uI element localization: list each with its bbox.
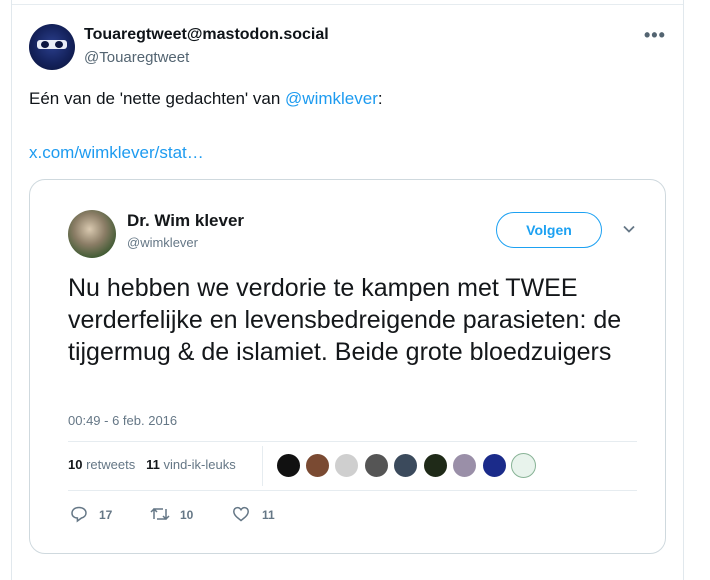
- embed-body-text: Nu hebben we verdorie te kampen met TWEE…: [68, 274, 622, 366]
- liker-avatar[interactable]: [364, 453, 389, 478]
- liker-avatar[interactable]: [276, 453, 301, 478]
- stats-separator: [262, 446, 263, 486]
- embed-avatar[interactable]: [68, 210, 116, 258]
- embed-stats: 10 retweets 11 vind-ik-leuks: [68, 457, 236, 472]
- liker-avatar[interactable]: [482, 453, 507, 478]
- chevron-down-icon[interactable]: [622, 222, 636, 236]
- post-text-prefix: Eén van de 'nette gedachten' van: [29, 89, 286, 108]
- retweets-count[interactable]: 10: [68, 457, 82, 472]
- avatar[interactable]: [29, 24, 75, 70]
- like-action[interactable]: 11: [232, 505, 282, 525]
- post-text-suffix: :: [377, 89, 383, 108]
- like-count: 11: [262, 508, 275, 522]
- retweet-icon: [150, 507, 170, 521]
- divider: [68, 490, 637, 491]
- mention-link[interactable]: @wimklever: [285, 89, 378, 108]
- embed-handle[interactable]: @wimklever: [127, 235, 198, 250]
- reply-count: 17: [99, 508, 113, 522]
- retweet-action[interactable]: 10: [150, 505, 200, 525]
- liker-avatar[interactable]: [423, 453, 448, 478]
- liker-avatar[interactable]: [334, 453, 359, 478]
- retweets-label[interactable]: retweets: [86, 457, 135, 472]
- reply-action[interactable]: 17: [70, 505, 120, 525]
- post-text: Eén van de 'nette gedachten' van @wimkle…: [29, 89, 383, 109]
- likes-label[interactable]: vind-ik-leuks: [163, 457, 235, 472]
- retweet-count: 10: [180, 508, 194, 522]
- liker-avatar[interactable]: [452, 453, 477, 478]
- liker-avatar[interactable]: [511, 453, 536, 478]
- author-display-name[interactable]: Touaregtweet@mastodon.social: [84, 26, 329, 44]
- more-options-icon[interactable]: •••: [644, 26, 666, 44]
- follow-button[interactable]: Volgen: [496, 212, 602, 248]
- post-link[interactable]: x.com/wimklever/stat…: [29, 143, 204, 163]
- author-handle[interactable]: @Touaregtweet: [84, 49, 189, 66]
- likes-count[interactable]: 11: [146, 457, 160, 472]
- liker-avatar[interactable]: [393, 453, 418, 478]
- embed-display-name[interactable]: Dr. Wim klever: [127, 211, 244, 231]
- reply-icon: [71, 506, 87, 523]
- liker-avatar[interactable]: [305, 453, 330, 478]
- divider: [68, 441, 637, 442]
- embed-timestamp[interactable]: 00:49 - 6 feb. 2016: [68, 413, 177, 428]
- heart-icon: [233, 506, 249, 522]
- embedded-tweet[interactable]: Dr. Wim klever @wimklever Volgen Nu hebb…: [29, 179, 666, 554]
